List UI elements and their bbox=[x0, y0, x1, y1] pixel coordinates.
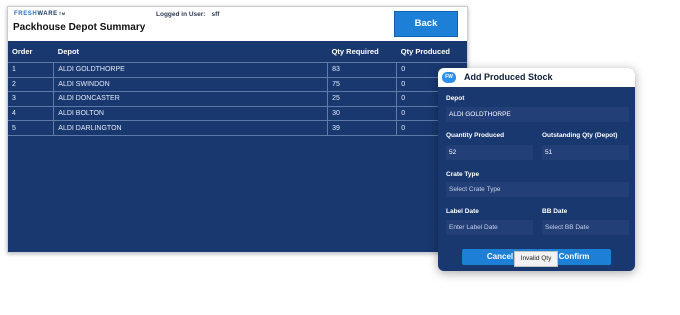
back-button[interactable]: Back bbox=[394, 11, 458, 37]
invalid-qty-tooltip: Invalid Qty bbox=[514, 251, 558, 267]
cell-order: 3 bbox=[8, 91, 54, 107]
add-produced-stock-dialog: FW Add Produced Stock Depot ALDI GOLDTHO… bbox=[438, 68, 635, 271]
logo-text-ware: WARE bbox=[37, 11, 58, 17]
cell-order: 1 bbox=[8, 62, 54, 78]
table-row[interactable]: 4 ALDI BOLTON 30 0 bbox=[8, 106, 467, 122]
quantity-produced-input[interactable]: 52 bbox=[446, 145, 533, 160]
cell-order: 2 bbox=[8, 77, 54, 93]
cell-depot: ALDI SWINDON bbox=[53, 77, 328, 93]
logged-in-label: Logged in User: bbox=[156, 11, 206, 18]
depot-summary-window: FRESHWARETM Logged in User: sff Packhouse… bbox=[7, 6, 468, 253]
label-date-label: Label Date bbox=[446, 208, 479, 215]
table-row[interactable]: 3 ALDI DONCASTER 25 0 bbox=[8, 91, 467, 107]
label-date-input[interactable]: Enter Label Date bbox=[446, 220, 533, 235]
bb-date-input[interactable]: Select BB Date bbox=[542, 220, 629, 235]
quantity-produced-label: Quantity Produced bbox=[446, 132, 505, 139]
page-title: Packhouse Depot Summary bbox=[13, 22, 146, 33]
cell-qty-required: 25 bbox=[327, 91, 397, 107]
freshware-logo: FRESHWARETM bbox=[14, 11, 66, 17]
table-header-row: Order Depot Qty Required Qty Produced bbox=[8, 41, 467, 63]
cell-order: 4 bbox=[8, 106, 54, 122]
depot-field[interactable]: ALDI GOLDTHORPE bbox=[446, 107, 629, 122]
table-row[interactable]: 1 ALDI GOLDTHORPE 83 0 bbox=[8, 62, 467, 78]
table-row[interactable]: 2 ALDI SWINDON 75 0 bbox=[8, 77, 467, 93]
cell-qty-required: 39 bbox=[327, 120, 397, 136]
cell-depot: ALDI BOLTON bbox=[53, 106, 328, 122]
depot-label: Depot bbox=[446, 95, 465, 102]
cell-order: 5 bbox=[8, 120, 54, 136]
column-header-depot[interactable]: Depot bbox=[53, 41, 328, 63]
dialog-title: Add Produced Stock bbox=[464, 72, 553, 82]
table-row[interactable]: 5 ALDI DARLINGTON 39 0 bbox=[8, 120, 467, 136]
logged-in-user: Logged in User: sff bbox=[156, 11, 219, 18]
cell-qty-required: 83 bbox=[327, 62, 397, 78]
logo-text-fresh: FRESH bbox=[14, 11, 38, 17]
cell-depot: ALDI DONCASTER bbox=[53, 91, 328, 107]
outstanding-qty-label: Outstanding Qty (Depot) bbox=[542, 132, 618, 139]
crate-type-label: Crate Type bbox=[446, 171, 480, 178]
cell-depot: ALDI GOLDTHORPE bbox=[53, 62, 328, 78]
summary-header: FRESHWARETM Logged in User: sff Packhouse… bbox=[8, 7, 467, 41]
depot-table: Order Depot Qty Required Qty Produced 1 … bbox=[8, 41, 467, 136]
cell-depot: ALDI DARLINGTON bbox=[53, 120, 328, 136]
bb-date-label: BB Date bbox=[542, 208, 568, 215]
crate-type-select[interactable]: Select Crate Type bbox=[446, 182, 629, 197]
column-header-order[interactable]: Order bbox=[8, 41, 54, 63]
logo-trademark: TM bbox=[58, 11, 66, 16]
column-header-qty-produced[interactable]: Qty Produced bbox=[396, 41, 467, 63]
outstanding-qty-field: 51 bbox=[542, 145, 629, 160]
freshware-badge-icon: FW bbox=[442, 72, 456, 83]
logged-in-username: sff bbox=[211, 11, 220, 18]
cell-qty-required: 75 bbox=[327, 77, 397, 93]
column-header-qty-required[interactable]: Qty Required bbox=[327, 41, 397, 63]
dialog-header: FW Add Produced Stock bbox=[438, 68, 635, 87]
cell-qty-required: 30 bbox=[327, 106, 397, 122]
